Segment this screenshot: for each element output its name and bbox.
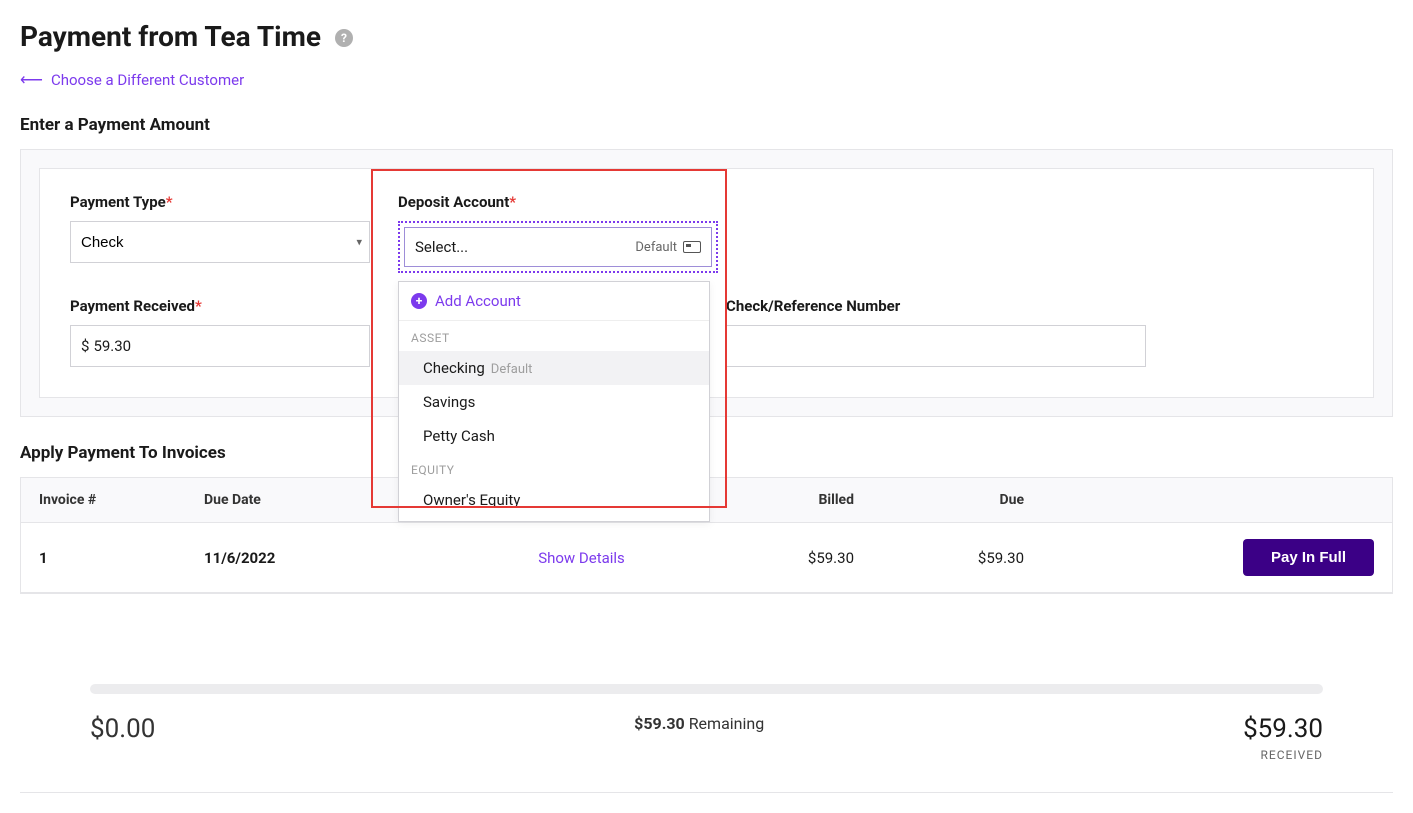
choose-different-customer-link[interactable]: ⟵ Choose a Different Customer xyxy=(20,71,244,89)
help-icon[interactable]: ? xyxy=(335,29,353,47)
back-arrow-icon: ⟵ xyxy=(20,72,43,88)
deposit-account-placeholder: Select... xyxy=(415,238,468,256)
deposit-account-dropdown: + Add Account ASSET CheckingDefault Savi… xyxy=(398,281,710,522)
payment-type-label: Payment Type* xyxy=(70,193,398,211)
table-row: 1 11/6/2022 Show Details $59.30 $59.30 P… xyxy=(21,523,1392,593)
invoice-billed: $59.30 xyxy=(714,549,894,567)
progress-bar xyxy=(90,684,1323,694)
dropdown-group-asset: ASSET xyxy=(399,321,709,351)
default-badge-text: Default xyxy=(635,240,677,255)
card-icon xyxy=(683,241,701,253)
col-header-invoice: Invoice # xyxy=(39,492,204,508)
currency-symbol: $ xyxy=(81,337,89,355)
page-title: Payment from Tea Time xyxy=(20,20,321,53)
add-account-option[interactable]: + Add Account xyxy=(399,282,709,321)
pay-in-full-button[interactable]: Pay In Full xyxy=(1243,539,1374,576)
amount-paid: $0.00 xyxy=(90,714,155,744)
received-label: RECEIVED xyxy=(1243,748,1323,762)
check-reference-label: Check/Reference Number xyxy=(726,297,1146,315)
dropdown-group-equity: EQUITY xyxy=(399,453,709,483)
deposit-account-select[interactable]: Select... Default xyxy=(404,227,712,267)
payment-summary-footer: $0.00 $59.30 Remaining $59.30 RECEIVED xyxy=(20,684,1393,762)
payment-panel: Payment Type* Check ▾ Deposit Account* S… xyxy=(20,149,1393,417)
payment-received-value: 59.30 xyxy=(93,337,131,355)
add-account-label: Add Account xyxy=(435,292,521,310)
invoice-due-date: 11/6/2022 xyxy=(204,549,449,567)
payment-received-input[interactable]: $59.30 xyxy=(70,325,370,367)
footer-divider xyxy=(20,792,1393,793)
amount-received: $59.30 xyxy=(1243,714,1323,744)
dropdown-item-checking[interactable]: CheckingDefault xyxy=(399,351,709,385)
plus-icon: + xyxy=(411,293,427,309)
payment-received-label: Payment Received* xyxy=(70,297,398,315)
invoice-number: 1 xyxy=(39,549,204,567)
enter-payment-heading: Enter a Payment Amount xyxy=(20,115,1393,135)
dropdown-item-savings[interactable]: Savings xyxy=(399,385,709,419)
payment-inner-panel: Payment Type* Check ▾ Deposit Account* S… xyxy=(39,168,1374,398)
col-header-due: Due xyxy=(894,492,1104,508)
dropdown-item-owners-equity[interactable]: Owner's Equity xyxy=(399,483,709,517)
amount-remaining: $59.30 Remaining xyxy=(634,714,764,733)
dropdown-item-petty-cash[interactable]: Petty Cash xyxy=(399,419,709,453)
invoice-due: $59.30 xyxy=(894,549,1104,567)
deposit-account-label: Deposit Account* xyxy=(398,193,726,211)
check-reference-input[interactable] xyxy=(726,325,1146,367)
show-details-link[interactable]: Show Details xyxy=(538,549,625,567)
payment-type-select[interactable]: Check xyxy=(70,221,370,263)
back-link-label: Choose a Different Customer xyxy=(51,71,244,89)
col-header-billed: Billed xyxy=(714,492,894,508)
